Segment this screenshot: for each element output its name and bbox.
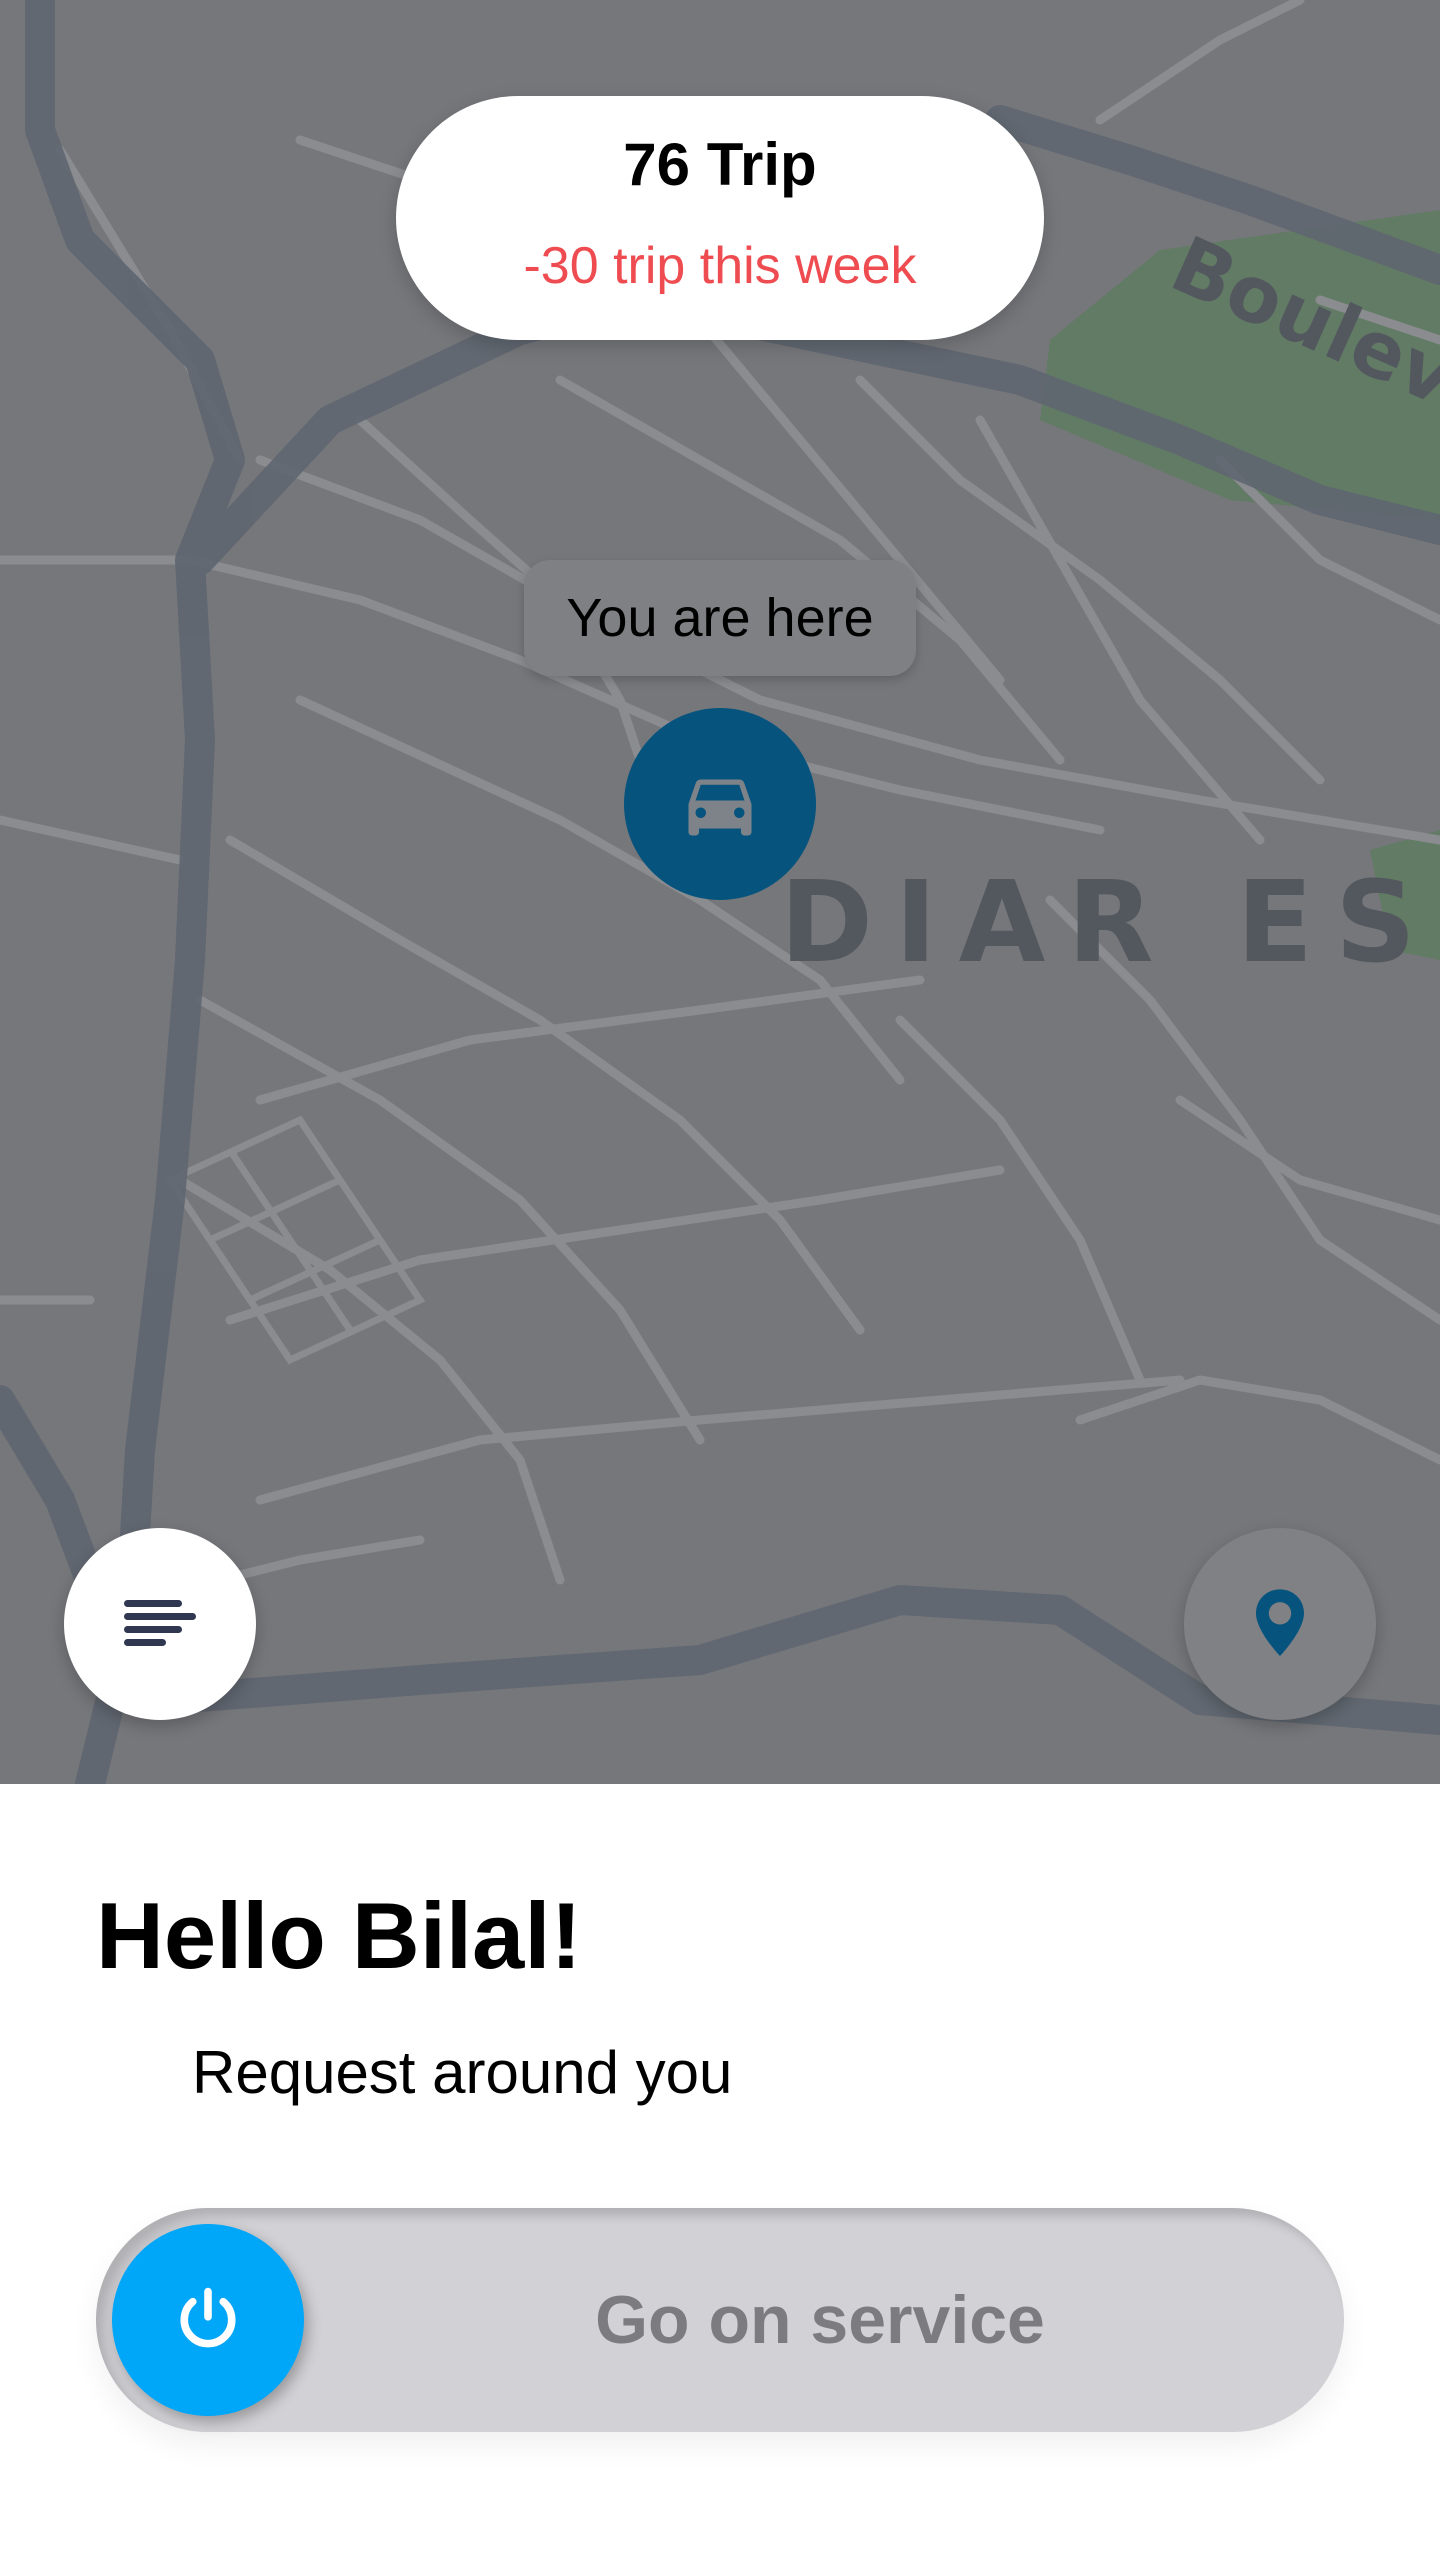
trip-count: 76 Trip (623, 131, 817, 198)
location-pin-icon (1256, 1589, 1304, 1656)
requests-subtitle: Request around you (192, 2039, 733, 2106)
go-on-service-slider[interactable]: Go on service (96, 2208, 1344, 2432)
power-icon (180, 2287, 236, 2348)
menu-button[interactable] (64, 1528, 256, 1720)
trip-summary-card[interactable]: 76 Trip -30 trip this week (396, 96, 1044, 340)
district-label: DIAR ES S (780, 858, 1440, 988)
car-location-marker[interactable] (624, 708, 816, 900)
menu-lines-icon (124, 1600, 196, 1646)
map-view[interactable]: DIAR ES S Boulev 76 Trip -30 trip this w… (0, 0, 1440, 1784)
bottom-sheet: Hello Bilal! Request around you Go on se… (0, 1784, 1440, 2560)
greeting-title: Hello Bilal! (96, 1883, 582, 1988)
my-location-button[interactable] (1184, 1528, 1376, 1720)
trip-weekly-delta: -30 trip this week (523, 237, 917, 295)
go-on-service-label: Go on service (595, 2282, 1045, 2358)
you-are-here-tooltip: You are here (524, 560, 916, 676)
power-slider-knob[interactable] (112, 2224, 304, 2416)
car-icon (688, 779, 752, 836)
